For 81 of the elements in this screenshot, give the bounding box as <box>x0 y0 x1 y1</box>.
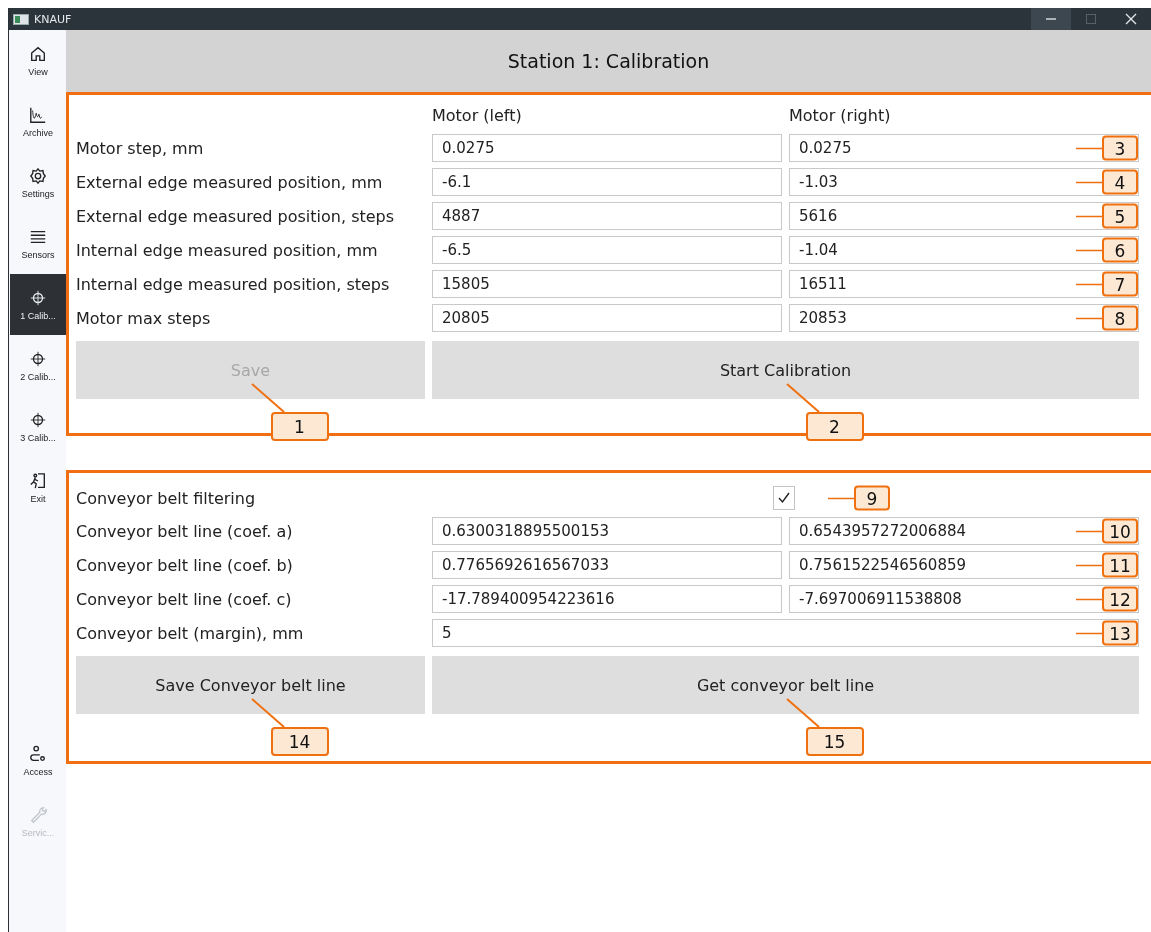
leader-line <box>1076 181 1102 183</box>
app-icon <box>13 13 29 25</box>
field-label: Motor max steps <box>76 308 212 328</box>
callout: 5 <box>1102 203 1138 229</box>
window-title: KNAUF <box>34 12 72 26</box>
save-line-button[interactable]: Save Conveyor belt line <box>76 656 425 714</box>
wrench-icon <box>29 805 47 824</box>
leader-line <box>1076 632 1102 634</box>
field-label: Conveyor belt line (coef. a) <box>76 521 294 541</box>
field-label: Motor step, mm <box>76 138 205 158</box>
maximize-icon <box>1085 13 1097 25</box>
leader-line <box>250 383 285 413</box>
field-label: Conveyor belt line (coef. b) <box>76 555 294 575</box>
leader-line <box>785 698 820 728</box>
home-icon <box>29 44 47 63</box>
close-icon <box>1125 13 1137 25</box>
checkbox[interactable] <box>773 486 795 510</box>
callout: 8 <box>1102 305 1138 331</box>
leader-line <box>785 383 820 413</box>
sidebar-item[interactable]: Exit <box>10 457 66 518</box>
callout: 10 <box>1102 518 1138 544</box>
leader-line <box>1076 317 1102 319</box>
leader-line <box>1076 564 1102 566</box>
sidebar-item[interactable]: 3 Calib... <box>10 396 66 457</box>
gear-icon <box>29 166 47 185</box>
sidebar-item[interactable]: Archive <box>10 91 66 152</box>
checkbox-label: Conveyor belt filtering <box>76 488 257 508</box>
start-calibration-button[interactable]: Start Calibration <box>432 341 1139 399</box>
leader-line <box>1076 147 1102 149</box>
leader-line <box>1076 530 1102 532</box>
user-gear-icon <box>29 744 47 763</box>
exit-icon <box>29 471 47 490</box>
field-label: Conveyor belt (margin), mm <box>76 623 305 643</box>
callout: 2 <box>805 412 864 441</box>
minimize-button[interactable] <box>1031 8 1071 30</box>
crosshair-icon <box>29 410 47 429</box>
page-title: Station 1: Calibration <box>507 50 710 72</box>
callout: 7 <box>1102 271 1138 297</box>
column-header: Motor (left) <box>432 105 523 125</box>
field-label: External edge measured position, steps <box>76 206 396 226</box>
callout: 15 <box>805 727 864 756</box>
leader-line <box>828 497 854 499</box>
input-field[interactable]: 15805 <box>432 270 782 298</box>
field-label: External edge measured position, mm <box>76 172 384 192</box>
callout: 12 <box>1102 586 1138 612</box>
leader-line <box>1076 283 1102 285</box>
callout: 9 <box>854 485 890 511</box>
input-field[interactable]: 0.0275 <box>432 134 782 162</box>
callout: 1 <box>270 412 329 441</box>
leader-line <box>1076 249 1102 251</box>
callout: 14 <box>270 727 329 756</box>
sidebar-item[interactable]: Settings <box>10 152 66 213</box>
sidebar-item[interactable]: 2 Calib... <box>10 335 66 396</box>
column-header: Motor (right) <box>789 105 892 125</box>
crosshair-icon <box>29 349 47 368</box>
sidebar-item[interactable]: View <box>10 30 66 91</box>
get-line-button[interactable]: Get conveyor belt line <box>432 656 1139 714</box>
callout: 3 <box>1102 135 1138 161</box>
field-label: Internal edge measured position, mm <box>76 240 379 260</box>
input-field[interactable]: -6.5 <box>432 236 782 264</box>
field-label: Conveyor belt line (coef. c) <box>76 589 293 609</box>
input-field[interactable]: -6.1 <box>432 168 782 196</box>
callout: 4 <box>1102 169 1138 195</box>
leader-line <box>1076 215 1102 217</box>
sidebar-item[interactable]: Access <box>10 730 66 791</box>
callout: 11 <box>1102 552 1138 578</box>
input-field[interactable]: 0.6300318895500153 <box>432 517 782 545</box>
callout: 6 <box>1102 237 1138 263</box>
sidebar-item[interactable]: Sensors <box>10 213 66 274</box>
crosshair-icon <box>29 288 47 307</box>
input-field[interactable]: -17.789400954223616 <box>432 585 782 613</box>
leader-line <box>250 698 285 728</box>
callout: 13 <box>1102 620 1138 646</box>
input-field[interactable]: 4887 <box>432 202 782 230</box>
input-field[interactable]: 0.7765692616567033 <box>432 551 782 579</box>
input-field[interactable]: 20805 <box>432 304 782 332</box>
field-label: Internal edge measured position, steps <box>76 274 391 294</box>
chart-icon <box>29 105 47 124</box>
sidebar-item[interactable]: 1 Calib... <box>10 274 66 335</box>
check-icon <box>777 491 791 505</box>
leader-line <box>1076 598 1102 600</box>
